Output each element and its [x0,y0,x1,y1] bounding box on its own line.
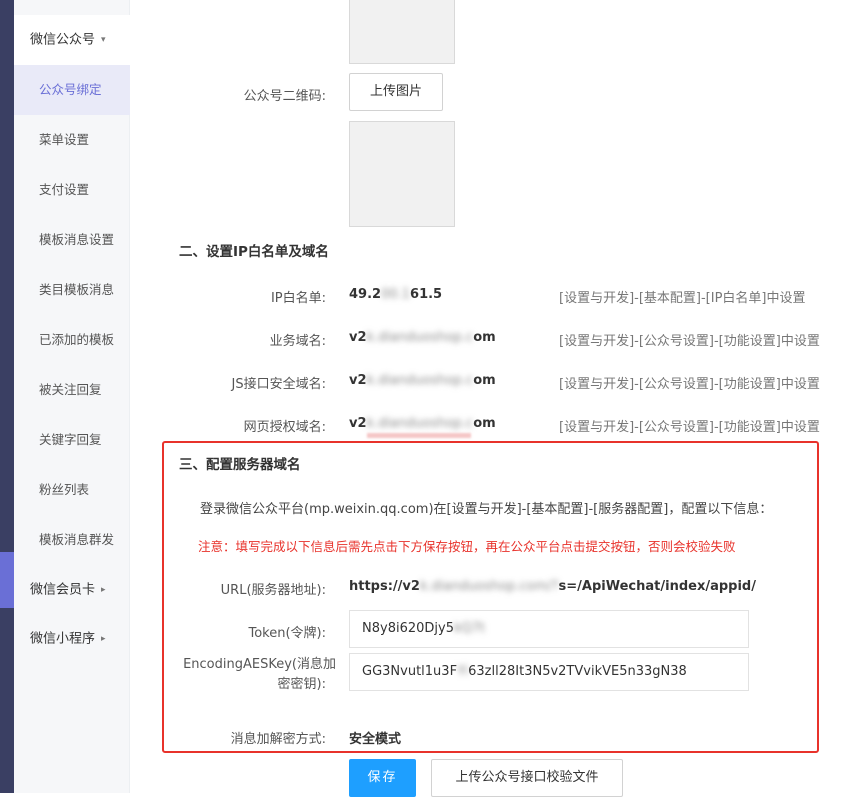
aes-key-label: EncodingAESKey(消息加 密密钥): [131,655,336,695]
value-redacted: k.dianduoshop.c [366,416,474,431]
token-input[interactable]: N8y8i620Djy5kQ7t [349,610,749,648]
ip-whitelist-label: IP白名单: [270,291,326,306]
value-part: om [473,373,496,388]
upload-image-button[interactable]: 上传图片 [349,73,443,111]
url-label: URL(服务器地址): [220,583,326,598]
main-content: 公众号二维码: 上传图片 二、设置IP白名单及域名 IP白名单: 49.200.… [131,0,861,797]
server-config-warning: 注意：填写完成以下信息后需先点击下方保存按钮，再在公众平台点击提交按钮，否则会校… [198,539,736,554]
oauth-domain-hint: [设置与开发]-[公众号设置]-[功能设置]中设置 [559,420,820,435]
caret-right-icon: ▸ [101,634,106,644]
section-server-config-title: 三、配置服务器域名 [179,457,301,473]
js-domain-hint: [设置与开发]-[公众号设置]-[功能设置]中设置 [559,377,820,392]
oauth-domain-value: v2k.dianduoshop.com [349,416,496,431]
value-part: om [473,416,496,431]
sidebar-group-member-card[interactable]: 微信会员卡 ▸ [14,565,130,615]
sidebar-group-mini-program[interactable]: 微信小程序 ▸ [14,614,130,664]
sidebar-item-payment-settings[interactable]: 支付设置 [14,165,130,215]
value-redacted: k.dianduoshop.com/? [419,579,559,594]
sidebar-item-follow-reply[interactable]: 被关注回复 [14,365,130,415]
ip-whitelist-value: 49.200.161.5 [349,287,442,302]
oauth-domain-label: 网页授权域名: [243,420,326,435]
sidebar-group-label: 微信公众号 [30,32,96,48]
value-part: v2 [349,373,367,388]
value-redacted: k.dianduoshop.c [366,373,474,388]
encryption-mode-value: 安全模式 [349,732,402,747]
value-part: 49.2 [349,287,382,302]
server-config-description: 登录微信公众平台(mp.weixin.qq.com)在[设置与开发]-[基本配置… [200,502,773,517]
value-redacted: k.dianduoshop.c [366,330,474,345]
value-part: N8y8i620Djy5 [362,621,454,636]
url-value: https://v2k.dianduoshop.com/?s=/ApiWecha… [349,579,756,594]
sidebar-item-template-message-settings[interactable]: 模板消息设置 [14,215,130,265]
encryption-mode-label: 消息加解密方式: [230,732,326,747]
value-part: GG3Nvutl1u3F [362,664,458,679]
value-redacted: kQ7t [453,621,486,636]
rail-highlight [0,552,14,608]
qrcode-preview [349,121,455,227]
value-part: v2 [349,416,367,431]
business-domain-value: v2k.dianduoshop.com [349,330,496,345]
ip-whitelist-hint: [设置与开发]-[基本配置]-[IP白名单]中设置 [559,291,806,306]
business-domain-hint: [设置与开发]-[公众号设置]-[功能设置]中设置 [559,334,820,349]
js-domain-value: v2k.dianduoshop.com [349,373,496,388]
value-part: 61.5 [410,287,443,302]
value-redacted: Yi [457,664,469,679]
sidebar-item-keyword-reply[interactable]: 关键字回复 [14,415,130,465]
image-preview-top [349,0,455,64]
business-domain-label: 业务域名: [269,334,326,349]
save-button[interactable]: 保存 [349,759,416,797]
value-part: v2 [349,330,367,345]
caret-down-icon: ▾ [101,35,106,45]
sidebar-item-menu-settings[interactable]: 菜单设置 [14,115,130,165]
value-part: https://v2 [349,579,420,594]
token-label: Token(令牌): [248,626,326,641]
qrcode-label: 公众号二维码: [243,89,326,104]
sidebar: 微信公众号 ▾ 公众号绑定 菜单设置 支付设置 模板消息设置 类目模板消息 已添加… [14,0,130,793]
sidebar-item-account-binding[interactable]: 公众号绑定 [14,65,130,115]
sidebar-group-label: 微信小程序 [30,631,96,647]
upload-verify-file-button[interactable]: 上传公众号接口校验文件 [431,759,623,797]
section-ip-whitelist-title: 二、设置IP白名单及域名 [179,244,329,260]
value-part: s=/ApiWechat/index/appid/ [558,579,756,594]
sidebar-item-added-templates[interactable]: 已添加的模板 [14,315,130,365]
js-domain-label: JS接口安全域名: [231,377,326,392]
aes-key-input[interactable]: GG3Nvutl1u3FYi63zll28It3N5v2TVvikVE5n33g… [349,653,749,691]
sidebar-item-fans-list[interactable]: 粉丝列表 [14,465,130,515]
label-line: EncodingAESKey(消息加 [183,657,336,672]
value-redacted: 00.1 [381,287,411,302]
label-line: 密密钥): [277,677,326,692]
sidebar-group-label: 微信会员卡 [30,582,96,598]
value-part: 63zll28It3N5v2TVvikVE5n33gN38 [468,664,687,679]
value-part: om [473,330,496,345]
sidebar-item-template-broadcast[interactable]: 模板消息群发 [14,515,130,565]
caret-right-icon: ▸ [101,585,106,595]
redaction-mark [367,433,471,438]
left-rail [0,0,14,793]
sidebar-group-wechat[interactable]: 微信公众号 ▾ [14,15,130,65]
sidebar-item-category-template[interactable]: 类目模板消息 [14,265,130,315]
